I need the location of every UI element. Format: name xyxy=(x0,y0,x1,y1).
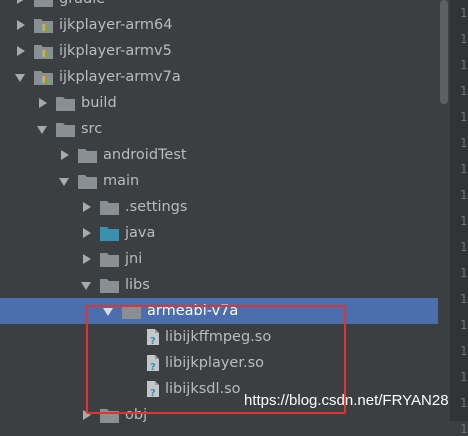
line-number: 1 xyxy=(460,84,468,98)
line-number: 1 xyxy=(460,266,468,280)
chevron-right-icon[interactable] xyxy=(14,38,28,64)
tree-row[interactable]: main xyxy=(0,168,438,194)
line-number: 1 xyxy=(460,188,468,202)
tree-item-label: ijkplayer-arm64 xyxy=(59,17,173,33)
line-number: 1 xyxy=(460,240,468,254)
tree-item-label: jni xyxy=(125,251,143,267)
chevron-right-icon[interactable] xyxy=(14,12,28,38)
chevron-right-icon[interactable] xyxy=(80,220,94,246)
tree-row[interactable]: jni xyxy=(0,246,438,272)
watermark-text: https://blog.csdn.net/FRYAN28 xyxy=(244,392,449,409)
chevron-down-icon[interactable] xyxy=(36,116,50,142)
tree-row[interactable]: androidTest xyxy=(0,142,438,168)
folder-icon xyxy=(78,148,97,163)
line-number: 1 xyxy=(460,110,468,124)
tree-item-label: androidTest xyxy=(103,147,187,163)
line-number: 1 xyxy=(460,136,468,150)
module-icon xyxy=(34,70,53,85)
folder-icon xyxy=(100,200,119,215)
tree-row[interactable]: .settings xyxy=(0,194,438,220)
tree-item-label: build xyxy=(81,95,117,111)
line-number: 1 xyxy=(460,32,468,46)
tree-row[interactable]: ijkplayer-armv7a xyxy=(0,64,438,90)
line-number: 1 xyxy=(460,396,468,410)
tree-row[interactable]: java xyxy=(0,220,438,246)
chevron-down-icon[interactable] xyxy=(80,272,94,298)
tree-item-label: src xyxy=(81,121,103,137)
editor-gutter: 1 1 1 1 1 1 1 1 1 1 1 1 1 1 1 1 1 xyxy=(450,0,468,436)
tree-row[interactable]: ijkplayer-armv5 xyxy=(0,38,438,64)
tree-item-label: libs xyxy=(125,277,150,293)
chevron-right-icon[interactable] xyxy=(80,194,94,220)
tree-row[interactable]: libs xyxy=(0,272,438,298)
tree-item-label: java xyxy=(125,225,156,241)
chevron-right-icon[interactable] xyxy=(58,142,72,168)
scrollbar-thumb[interactable] xyxy=(440,0,448,104)
tree-scrollbar[interactable] xyxy=(438,0,450,421)
chevron-down-icon[interactable] xyxy=(14,64,28,90)
line-number: 1 xyxy=(460,214,468,228)
line-number: 1 xyxy=(460,370,468,384)
folder-icon xyxy=(56,96,75,111)
chevron-right-icon[interactable] xyxy=(14,0,28,12)
line-number: 1 xyxy=(460,162,468,176)
chevron-right-icon[interactable] xyxy=(80,246,94,272)
module-icon xyxy=(34,18,53,33)
folder-icon xyxy=(34,0,53,7)
line-number: 1 xyxy=(460,58,468,72)
tree-item-label: ijkplayer-armv5 xyxy=(59,43,172,59)
folder-icon xyxy=(100,278,119,293)
tree-row[interactable]: gradle xyxy=(0,0,438,12)
folder-icon xyxy=(100,252,119,267)
folder-icon xyxy=(56,122,75,137)
module-icon xyxy=(34,44,53,59)
source-folder-icon xyxy=(100,226,119,241)
tree-row[interactable]: ijkplayer-arm64 xyxy=(0,12,438,38)
folder-icon xyxy=(78,174,97,189)
tree-item-label: main xyxy=(103,173,140,189)
line-number: 1 xyxy=(460,344,468,358)
chevron-right-icon[interactable] xyxy=(36,90,50,116)
line-number: 1 xyxy=(460,292,468,306)
line-number: 1 xyxy=(460,318,468,332)
tree-row[interactable]: src xyxy=(0,116,438,142)
line-number: 1 xyxy=(460,422,468,436)
tree-item-label: ijkplayer-armv7a xyxy=(59,69,181,85)
tree-item-label: .settings xyxy=(125,199,188,215)
chevron-down-icon[interactable] xyxy=(58,168,72,194)
tree-item-label: gradle xyxy=(59,0,105,8)
line-number: 1 xyxy=(460,6,468,20)
tree-row[interactable]: build xyxy=(0,90,438,116)
